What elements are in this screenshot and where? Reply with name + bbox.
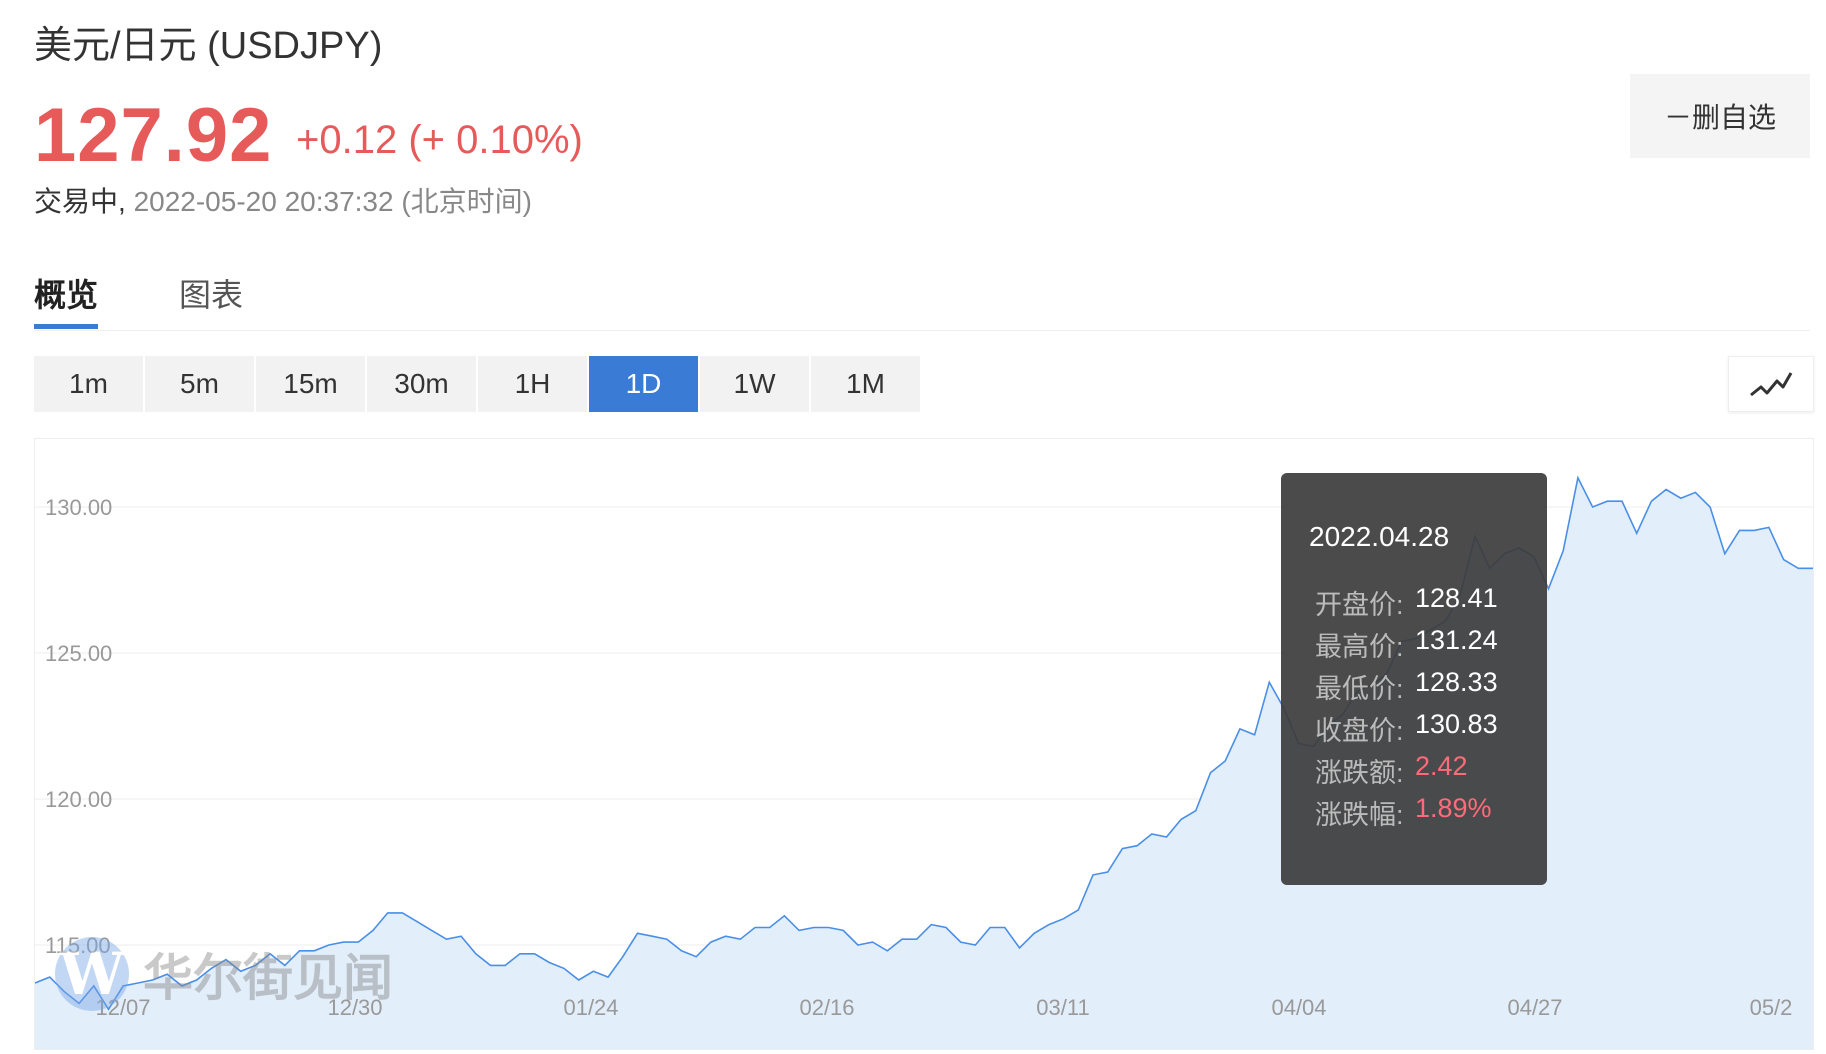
tab-overview[interactable]: 概览 (34, 270, 98, 316)
period-5m-button[interactable]: 5m (145, 356, 254, 412)
tooltip-value: 2.42 (1415, 751, 1468, 781)
period-1w-button[interactable]: 1W (700, 356, 809, 412)
tooltip-row-low: 最低价: 128.33 (1315, 667, 1498, 706)
price-chart[interactable]: 115.00120.00125.00130.0012/0712/3001/240… (34, 438, 1814, 1050)
tooltip-row-change-pct: 涨跌幅: 1.89% (1315, 793, 1492, 832)
chart-tooltip: 2022.04.28 开盘价: 128.41 最高价: 131.24 最低价: … (1281, 473, 1547, 885)
tooltip-date: 2022.04.28 (1309, 521, 1450, 552)
tooltip-row-open: 开盘价: 128.41 (1315, 583, 1498, 622)
tooltip-value: 131.24 (1415, 625, 1498, 655)
tooltip-label: 最高价: (1315, 632, 1404, 662)
period-1d-button[interactable]: 1D (589, 356, 698, 412)
watermark-text: 华尔街见闻 (143, 948, 393, 1007)
y-tick-label: 130.00 (45, 495, 112, 520)
chart-type-toggle-button[interactable] (1728, 356, 1814, 412)
page-title: 美元/日元 (USDJPY) (34, 25, 383, 67)
current-price: 127.92 (34, 93, 273, 178)
period-selector: 1m 5m 15m 30m 1H 1D 1W 1M (34, 356, 922, 412)
tooltip-label: 涨跌额: (1315, 758, 1404, 788)
remove-watchlist-button[interactable]: －删自选 (1630, 74, 1810, 158)
line-chart-icon (1750, 372, 1793, 397)
period-1m-button[interactable]: 1m (34, 356, 143, 412)
tooltip-row-high: 最高价: 131.24 (1315, 625, 1498, 664)
tooltip-label: 收盘价: (1315, 716, 1404, 746)
y-tick-label: 120.00 (45, 787, 112, 812)
x-tick-label: 05/2 (1750, 995, 1793, 1020)
period-15m-button[interactable]: 15m (256, 356, 365, 412)
watermark: W 华尔街见闻 (55, 937, 393, 1011)
tab-chart[interactable]: 图表 (179, 270, 243, 316)
tooltip-label: 开盘价: (1315, 590, 1404, 620)
timestamp: 2022-05-20 20:37:32 (北京时间) (133, 186, 532, 217)
active-tab-indicator (34, 324, 98, 329)
tooltip-label: 最低价: (1315, 674, 1404, 704)
status-text: 交易中, (34, 186, 126, 217)
tooltip-value: 128.33 (1415, 667, 1498, 697)
tooltip-value: 130.83 (1415, 709, 1498, 739)
x-tick-label: 04/04 (1271, 995, 1326, 1020)
tooltip-value: 128.41 (1415, 583, 1498, 613)
period-1mo-button[interactable]: 1M (811, 356, 920, 412)
x-tick-label: 04/27 (1507, 995, 1562, 1020)
x-tick-label: 01/24 (563, 995, 618, 1020)
trading-status: 交易中, 2022-05-20 20:37:32 (北京时间) (34, 180, 532, 220)
period-30m-button[interactable]: 30m (367, 356, 476, 412)
period-1h-button[interactable]: 1H (478, 356, 587, 412)
tooltip-value: 1.89% (1415, 793, 1492, 823)
tooltip-label: 涨跌幅: (1315, 800, 1404, 830)
x-tick-label: 02/16 (799, 995, 854, 1020)
tooltip-row-close: 收盘价: 130.83 (1315, 709, 1498, 748)
price-change: +0.12 (+ 0.10%) (296, 118, 583, 162)
tab-bar: 概览 图表 (34, 262, 1810, 331)
x-tick-label: 03/11 (1036, 995, 1089, 1020)
watermark-logo-icon: W (55, 937, 129, 1011)
tooltip-row-change: 涨跌额: 2.42 (1315, 751, 1468, 790)
y-tick-label: 125.00 (45, 641, 112, 666)
